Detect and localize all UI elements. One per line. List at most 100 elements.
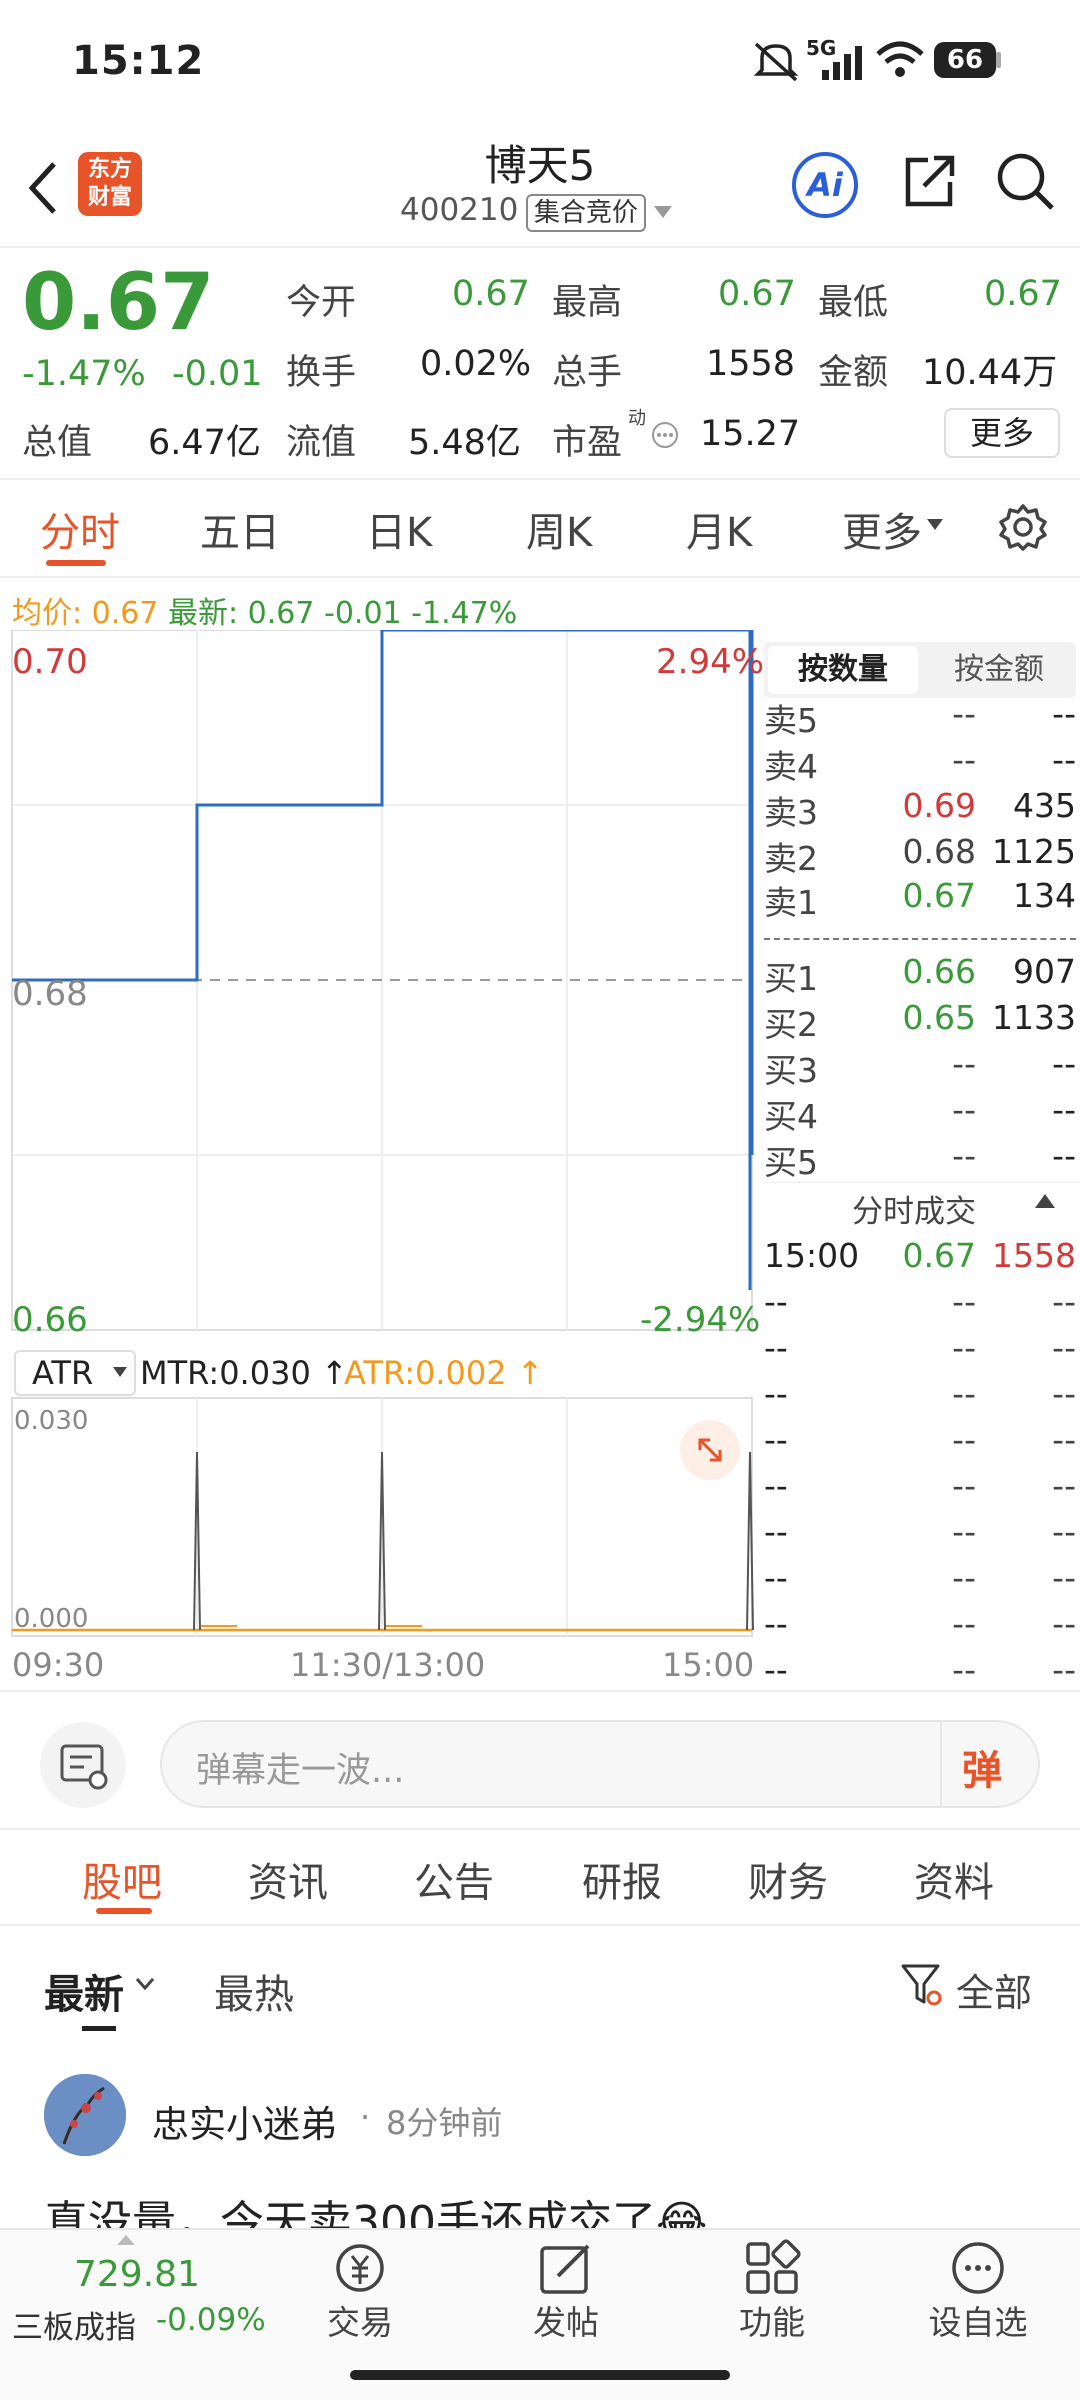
trade-price: -- — [952, 1650, 976, 1689]
orderbook-price: -- — [952, 1136, 976, 1175]
trade-time: -- — [764, 1512, 788, 1551]
danmu-input[interactable]: 弹幕走一波... 弹 — [160, 1720, 1040, 1808]
turnover-value: 0.02% — [420, 344, 532, 384]
low-value: 0.67 — [984, 274, 1062, 314]
trade-time: -- — [764, 1328, 788, 1367]
trade-price: -- — [952, 1558, 976, 1597]
tab-5day[interactable]: 五日 — [200, 500, 280, 558]
orderbook-price: 0.67 — [902, 876, 976, 915]
tab-more[interactable]: 更多 — [842, 500, 922, 558]
dropdown-icon[interactable] — [652, 204, 674, 220]
trade-price: -- — [952, 1282, 976, 1321]
turnover-label: 换手 — [286, 353, 357, 393]
orderbook-level-label: 卖4 — [764, 747, 818, 786]
sort-hot[interactable]: 最热 — [214, 1962, 294, 2020]
tab-news[interactable]: 资讯 — [248, 1850, 328, 1908]
trade-icon[interactable] — [330, 2238, 390, 2298]
price-summary: 均价: 0.67 最新: 0.67 -0.01 -1.47% — [12, 588, 517, 632]
atr-label: ATR:0.002 — [344, 1354, 507, 1392]
danmu-settings-button[interactable] — [40, 1722, 126, 1808]
axis-bottom-pct: -2.94% — [640, 1300, 761, 1340]
avg-label: 均价: — [12, 596, 83, 631]
info-icon[interactable] — [650, 420, 680, 450]
orderbook-quantity: -- — [1052, 1090, 1076, 1129]
atr-value: ATR:0.002 ↑ — [344, 1354, 544, 1392]
index-change: -0.09% — [156, 2302, 266, 2338]
orderbook-price: -- — [952, 1044, 976, 1083]
orderbook-level-label: 买5 — [764, 1143, 818, 1182]
expand-button[interactable] — [680, 1420, 740, 1480]
filter-all[interactable]: 全部 — [956, 1962, 1032, 2017]
nav-features[interactable]: 功能 — [702, 2296, 842, 2344]
avatar[interactable] — [44, 2074, 126, 2156]
tab-finance[interactable]: 财务 — [748, 1850, 828, 1908]
amount-value: 10.44万 — [922, 353, 1058, 393]
trade-quantity: -- — [1052, 1420, 1076, 1459]
avg-value: 0.67 — [91, 596, 159, 631]
orderbook-quantity: 1133 — [992, 998, 1076, 1037]
ai-button[interactable]: Ai — [792, 152, 858, 218]
mktcap-value: 6.47亿 — [148, 423, 261, 463]
tab-monthly-k[interactable]: 月K — [686, 500, 752, 558]
tab-announcements[interactable]: 公告 — [414, 1850, 494, 1908]
orderbook-level-label: 买4 — [764, 1097, 818, 1136]
orderbook-price: 0.68 — [902, 832, 976, 871]
tab-by-quantity[interactable]: 按数量 — [768, 646, 918, 694]
index-name[interactable]: 三板成指 — [12, 2302, 136, 2347]
time-end: 15:00 — [662, 1646, 755, 1684]
volume-value: 1558 — [706, 344, 796, 384]
tab-guba[interactable]: 股吧 — [82, 1850, 162, 1908]
tab-daily-k[interactable]: 日K — [366, 500, 432, 558]
mtr-value: MTR:0.030 ↑ — [140, 1354, 348, 1392]
battery-icon: 66 — [934, 42, 996, 78]
more-dropdown-icon — [927, 519, 943, 530]
indicator-dropdown-icon — [113, 1367, 127, 1377]
nav-trade[interactable]: 交易 — [290, 2296, 430, 2344]
orderbook-level-label: 买2 — [764, 1005, 818, 1044]
post-author[interactable]: 忠实小迷弟 — [152, 2094, 337, 2148]
index-value[interactable]: 729.81 — [74, 2254, 200, 2295]
filter-icon[interactable] — [900, 1962, 942, 2008]
orderbook-price: 0.66 — [902, 952, 976, 991]
tab-weekly-k[interactable]: 周K — [526, 500, 592, 558]
orderbook-level-label: 买1 — [764, 959, 818, 998]
danmu-send-button[interactable]: 弹 — [962, 1738, 1002, 1796]
settings-icon[interactable] — [998, 502, 1048, 552]
divider — [764, 1182, 1080, 1183]
sort-latest[interactable]: 最新 — [44, 1962, 124, 2020]
tab-intraday[interactable]: 分时 — [40, 500, 120, 558]
status-bar: 15:12 5G 66 — [0, 0, 1080, 120]
orderbook-quantity: 134 — [1013, 876, 1076, 915]
trade-quantity: -- — [1052, 1512, 1076, 1551]
search-icon[interactable] — [994, 150, 1056, 212]
orderbook-tabs: 按数量 按金额 — [764, 642, 1076, 698]
trade-price: 0.67 — [902, 1236, 976, 1275]
signal-icon — [822, 46, 862, 80]
nav-watchlist[interactable]: 设自选 — [908, 2296, 1048, 2344]
orderbook-quantity: -- — [1052, 1044, 1076, 1083]
post-icon[interactable] — [536, 2238, 596, 2298]
more-button[interactable]: 更多 — [944, 408, 1060, 458]
nav-post[interactable]: 发帖 — [496, 2296, 636, 2344]
axis-top-price: 0.70 — [12, 642, 88, 682]
intraday-chart[interactable] — [0, 630, 760, 1690]
trades-title[interactable]: 分时成交 — [852, 1186, 976, 1231]
high-label: 最高 — [552, 283, 623, 323]
orderbook-price: -- — [952, 740, 976, 779]
pe-label: 市盈 — [552, 423, 623, 463]
stock-code: 400210 — [400, 192, 519, 228]
features-icon[interactable] — [742, 2238, 802, 2298]
tab-by-amount[interactable]: 按金额 — [924, 646, 1074, 694]
auction-badge: 集合竞价 — [526, 194, 647, 232]
avatar-image — [44, 2074, 126, 2156]
open-value: 0.67 — [452, 274, 530, 314]
trade-quantity: -- — [1052, 1282, 1076, 1321]
trade-price: -- — [952, 1466, 976, 1505]
watchlist-icon[interactable] — [948, 2238, 1008, 2298]
trade-time: -- — [764, 1466, 788, 1505]
latest-label: 最新: — [168, 596, 239, 631]
divider — [0, 478, 1080, 480]
tab-profile[interactable]: 资料 — [914, 1850, 994, 1908]
tab-research[interactable]: 研报 — [582, 1850, 662, 1908]
share-icon[interactable] — [900, 152, 958, 210]
